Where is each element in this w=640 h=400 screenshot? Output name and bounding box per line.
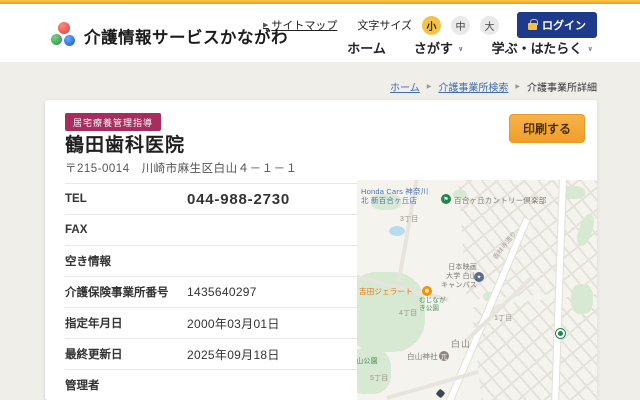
golf-course-icon: ⚑ (441, 194, 451, 204)
map-label: 白山公園 (357, 358, 378, 365)
site-logo-link[interactable]: 介護情報サービスかながわ (50, 22, 288, 49)
table-row: 空き情報 (65, 246, 357, 277)
font-size-medium-button[interactable]: 中 (451, 15, 470, 35)
map-label: 吉田ジェラート (359, 287, 413, 296)
google-map[interactable]: ⚑ ✦ ✽ 兀 Honda Cars 神奈川 北 新百合ヶ丘店 百合ヶ丘カントリ… (357, 180, 597, 400)
site-header: 介護情報サービスかながわ ▶ サイトマップ 文字サイズ 小 中 大 ログイン ホ… (0, 4, 640, 62)
site-logo-icon (50, 22, 77, 49)
facility-detail-card: 居宅療養管理指導 印刷する 鶴田歯科医院 〒215-0014 川崎市麻生区白山４… (45, 100, 597, 400)
gelato-shop-icon: ✽ (422, 286, 432, 296)
map-label: 日本映画 大学 白山 キャンパス (441, 264, 477, 289)
nav-learn-work-label: 学ぶ・はたらく (491, 41, 583, 56)
facility-address: 〒215-0014 川崎市麻生区白山４－１－１ (65, 163, 298, 175)
row-label: 介護保険事業所番号 (65, 287, 169, 299)
row-label: FAX (65, 224, 88, 236)
nav-home-label: ホーム (347, 41, 386, 56)
table-row: TEL 044-988-2730 (65, 184, 357, 215)
chevron-down-icon: ∨ (457, 45, 464, 53)
map-green-area (357, 348, 391, 394)
facility-info-table: TEL 044-988-2730 FAX 空き情報 介護保険事業所番号 1435… (65, 183, 357, 400)
map-pond (389, 226, 405, 236)
nav-search-label: さがす (413, 41, 453, 56)
map-green-area (571, 284, 593, 314)
shrine-icon: 兀 (439, 351, 449, 361)
page-root: 介護情報サービスかながわ ▶ サイトマップ 文字サイズ 小 中 大 ログイン ホ… (0, 0, 640, 400)
breadcrumb-home-link[interactable]: ホーム (390, 79, 420, 94)
row-label: 空き情報 (65, 256, 111, 268)
facility-name: 鶴田歯科医院 (65, 135, 186, 156)
breadcrumb: ホーム ▶ 介護事業所検索 ▶ 介護事業所詳細 (390, 79, 597, 94)
map-label: 百合ヶ丘カントリー倶楽部 (454, 196, 547, 205)
map-label: 1丁目 (494, 315, 513, 322)
map-label: 白山神社 (407, 352, 438, 361)
site-title: 介護情報サービスかながわ (84, 28, 288, 47)
login-label: ログイン (542, 20, 586, 32)
row-label: 指定年月日 (65, 318, 123, 330)
map-label: 白山 (451, 339, 472, 349)
font-size-small-button[interactable]: 小 (422, 15, 441, 35)
login-button[interactable]: ログイン (517, 12, 597, 38)
row-label: 最終更新日 (65, 349, 123, 361)
map-road (386, 369, 479, 400)
row-value: 2025年09月18日 (187, 347, 280, 362)
breadcrumb-search-link[interactable]: 介護事業所検索 (438, 79, 508, 94)
row-value: 1435640297 (187, 285, 257, 299)
poi-marker-icon (556, 329, 565, 338)
nav-search[interactable]: さがす ∨ (414, 38, 464, 57)
row-label: 管理者 (65, 380, 100, 392)
row-label: TEL (65, 193, 87, 205)
breadcrumb-separator-icon: ▶ (426, 84, 432, 90)
row-value: 2000年03月01日 (187, 316, 280, 331)
table-row: 管理者 (65, 370, 357, 400)
font-size-label: 文字サイズ (357, 20, 412, 32)
nav-learn-work[interactable]: 学ぶ・はたらく ∨ (492, 38, 593, 57)
breadcrumb-separator-icon: ▶ (515, 84, 520, 90)
poi-marker-icon (435, 388, 446, 399)
nav-home[interactable]: ホーム (347, 38, 386, 57)
sitemap-label: サイトマップ (271, 20, 338, 32)
breadcrumb-current: 介護事業所詳細 (527, 83, 597, 94)
map-label: 5丁目 (370, 375, 389, 382)
map-label: 3丁目 (400, 216, 419, 223)
map-label: Honda Cars 神奈川 北 新百合ヶ丘店 (361, 187, 429, 206)
map-label: むじなが き公園 (419, 297, 446, 313)
main-nav: ホーム さがす ∨ 学ぶ・はたらく ∨ (347, 38, 593, 57)
service-type-badge: 居宅療養管理指導 (65, 113, 162, 131)
map-label: 4丁目 (399, 310, 418, 317)
table-row: 最終更新日 2025年09月18日 (65, 339, 357, 370)
sitemap-link[interactable]: ▶ サイトマップ (263, 17, 337, 33)
table-row: 介護保険事業所番号 1435640297 (65, 277, 357, 308)
table-row: 指定年月日 2000年03月01日 (65, 308, 357, 339)
arrow-right-icon: ▶ (262, 22, 269, 29)
table-row: FAX (65, 215, 357, 246)
chevron-down-icon: ∨ (587, 45, 593, 53)
row-value-tel: 044-988-2730 (187, 190, 291, 208)
lock-icon (528, 19, 538, 30)
utility-bar: ▶ サイトマップ 文字サイズ 小 中 大 ログイン (263, 12, 597, 38)
font-size-large-button[interactable]: 大 (480, 15, 499, 35)
print-button[interactable]: 印刷する (508, 114, 585, 143)
